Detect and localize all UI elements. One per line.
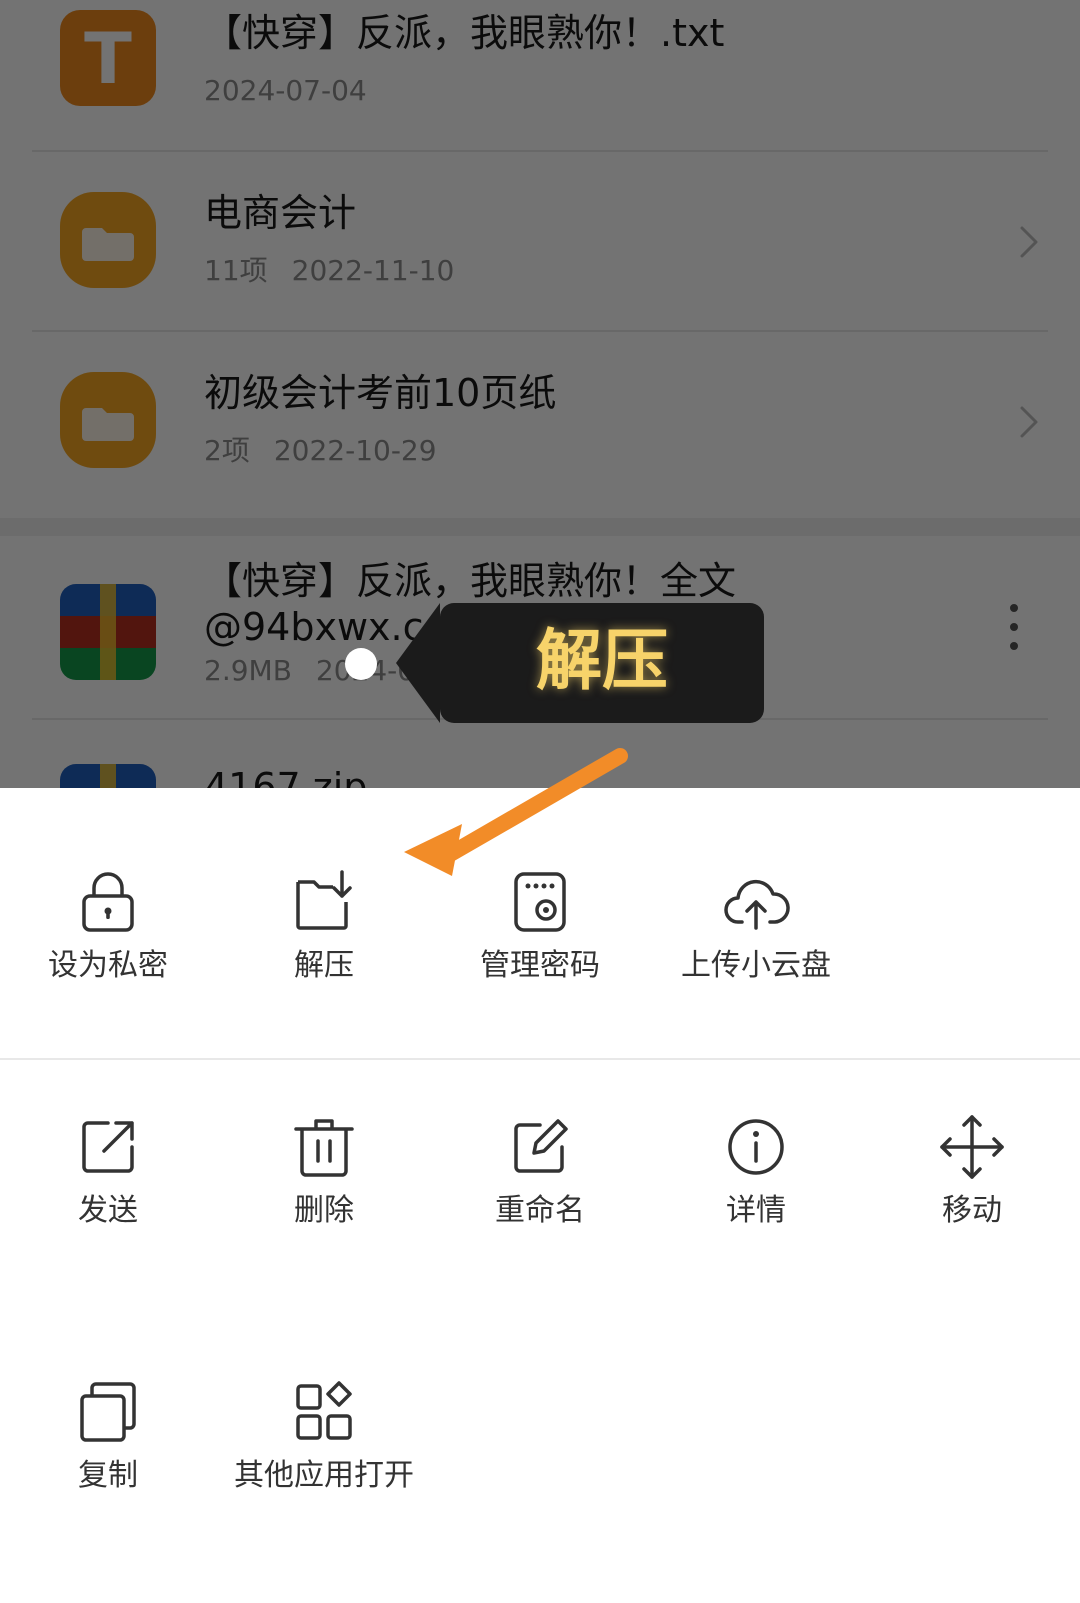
action-label: 设为私密 <box>48 948 168 983</box>
action-label: 发送 <box>78 1193 138 1228</box>
action-label: 移动 <box>942 1193 1002 1228</box>
details-button[interactable]: 详情 <box>648 1113 864 1253</box>
move-button[interactable]: 移动 <box>864 1113 1080 1253</box>
action-label: 详情 <box>726 1193 786 1228</box>
callout-text: 解压 <box>536 622 668 699</box>
tutorial-arrow <box>404 748 628 876</box>
action-label: 管理密码 <box>480 948 600 983</box>
chevron-right-icon <box>1020 226 1038 258</box>
open-with-icon <box>296 1381 352 1440</box>
delete-button[interactable]: 删除 <box>216 1113 432 1253</box>
file-size: 2.9MB <box>204 654 292 687</box>
file-name: 电商会计 <box>204 191 357 235</box>
zip-glyph <box>60 584 156 680</box>
action-label: 其他应用打开 <box>234 1458 414 1493</box>
manage-password-button[interactable]: 管理密码 <box>432 868 648 1008</box>
more-vertical-icon[interactable] <box>1008 602 1020 652</box>
zip-file-icon <box>60 584 156 680</box>
action-sheet: 设为私密 解压 管理密码 上传小云盘 发送 删除 重命名 详情 移动 复制 其他… <box>0 788 1080 1603</box>
open-with-other-app-button[interactable]: 其他应用打开 <box>216 1378 432 1518</box>
file-meta: 2024-07-04 <box>204 74 367 108</box>
section-gap <box>0 518 1080 536</box>
zip-file-icon <box>60 764 156 788</box>
chevron-right-icon <box>1020 406 1038 438</box>
file-meta: 2项 2022-10-29 <box>204 434 437 468</box>
txt-file-icon: T <box>60 10 156 106</box>
extract-button[interactable]: 解压 <box>216 868 432 1008</box>
rename-button[interactable]: 重命名 <box>432 1113 648 1253</box>
cloud-upload-icon <box>724 879 790 930</box>
tutorial-callout: 解压 <box>396 603 764 723</box>
send-button[interactable]: 发送 <box>0 1113 216 1253</box>
file-row-txt[interactable]: T 【快穿】反派，我眼熟你！.txt 2024-07-04 <box>0 0 1080 152</box>
copy-button[interactable]: 复制 <box>0 1378 216 1518</box>
rename-icon <box>514 1119 568 1173</box>
file-date: 2022-11-10 <box>291 254 455 287</box>
file-name: 【快穿】反派，我眼熟你！.txt <box>204 11 725 55</box>
folder-icon <box>60 372 156 468</box>
action-label: 复制 <box>78 1458 138 1493</box>
folder-glyph <box>82 228 134 261</box>
move-icon <box>940 1115 1004 1179</box>
sheet-divider <box>0 1058 1080 1060</box>
action-label: 删除 <box>294 1193 354 1228</box>
file-name: 4167.zip <box>204 765 368 788</box>
folder-glyph <box>82 408 134 441</box>
file-list: T 【快穿】反派，我眼熟你！.txt 2024-07-04 电商会计 11项 20… <box>0 0 1080 788</box>
file-row-folder[interactable]: 电商会计 11项 2022-11-10 <box>0 152 1080 332</box>
file-name-line1: 【快穿】反派，我眼熟你！全文 <box>204 559 737 603</box>
file-date: 2022-10-29 <box>273 434 437 467</box>
info-icon <box>728 1119 784 1175</box>
item-count: 2项 <box>204 434 250 467</box>
set-private-button[interactable]: 设为私密 <box>0 868 216 1008</box>
extract-icon <box>296 870 352 930</box>
zip-glyph <box>60 764 156 788</box>
folder-icon <box>60 192 156 288</box>
trash-icon <box>294 1119 354 1177</box>
lock-icon <box>82 872 134 932</box>
file-name: 初级会计考前10页纸 <box>204 371 557 415</box>
action-label: 重命名 <box>495 1193 585 1228</box>
upload-cloud-button[interactable]: 上传小云盘 <box>648 868 864 1008</box>
file-date: 2024-07-04 <box>204 74 367 107</box>
touch-indicator <box>345 648 377 680</box>
file-row-folder[interactable]: 初级会计考前10页纸 2项 2022-10-29 <box>0 332 1080 512</box>
file-meta: 11项 2022-11-10 <box>204 254 454 288</box>
item-count: 11项 <box>204 254 268 287</box>
send-icon <box>82 1121 134 1173</box>
action-label: 上传小云盘 <box>681 948 831 983</box>
action-label: 解压 <box>294 948 354 983</box>
copy-icon <box>80 1382 136 1442</box>
